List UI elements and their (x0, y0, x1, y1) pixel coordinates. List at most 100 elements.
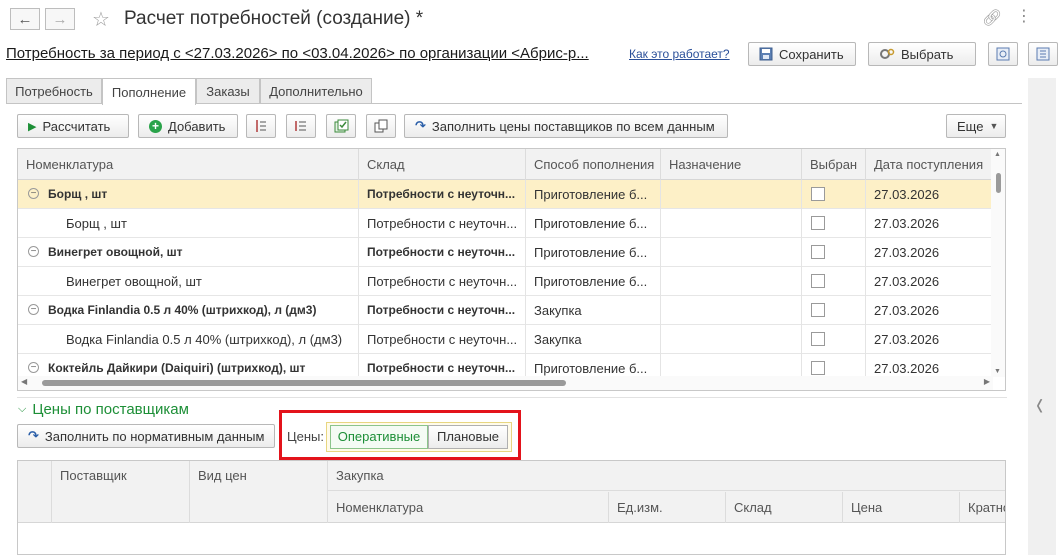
fill-supplier-prices-button[interactable]: ↷ Заполнить цены поставщиков по всем дан… (404, 114, 728, 138)
mode-operative-button[interactable]: Оперативные (330, 425, 428, 449)
selected-cell (802, 238, 866, 267)
selected-checkbox[interactable] (811, 361, 825, 375)
name-cell: Водка Finlandia 0.5 л 40% (штрихкод), л … (18, 296, 359, 325)
fill-normative-label: Заполнить по нормативным данным (44, 428, 265, 444)
fill-arrow-icon: ↷ (415, 118, 426, 133)
tab-need[interactable]: Потребность (6, 78, 102, 104)
choose-button[interactable]: Выбрать (868, 42, 976, 66)
more-vertical-icon[interactable]: ⋮ (1016, 6, 1032, 26)
report-icon (996, 47, 1010, 61)
column-header[interactable]: Склад (726, 492, 843, 523)
link-icon[interactable]: 🔗︎ (982, 8, 1002, 28)
tab-replenishment[interactable]: Пополнение (102, 78, 196, 105)
save-button[interactable]: Сохранить (748, 42, 856, 66)
table-row[interactable]: − Винегрет овощной, шт Потребности с неуто… (18, 238, 993, 267)
column-header[interactable]: Цена (843, 492, 960, 523)
method-cell: Приготовление б... (526, 267, 661, 296)
supplier-prices-header[interactable]: ⌵ Цены по поставщикам (18, 401, 189, 418)
tab-label: Дополнительно (269, 84, 363, 99)
copy-icon (374, 119, 388, 133)
selected-cell (802, 267, 866, 296)
horizontal-scrollbar[interactable]: ◀ ▶ (18, 376, 993, 390)
sort-button[interactable] (246, 114, 276, 138)
fill-arrow-icon: ↷ (28, 428, 39, 443)
purpose-cell (661, 296, 802, 325)
save-icon (759, 47, 773, 61)
side-panel (1028, 78, 1056, 555)
purpose-cell (661, 238, 802, 267)
column-header[interactable]: Выбран (802, 149, 866, 180)
column-header[interactable]: Номенклатура (18, 149, 359, 180)
table-row[interactable]: − Водка Finlandia 0.5 л 40% (штрихкод), л… (18, 296, 993, 325)
period-link[interactable]: Потребность за период с <27.03.2026> по … (6, 45, 618, 62)
column-header[interactable]: Вид цен (190, 461, 328, 491)
purpose-cell (661, 267, 802, 296)
column-header[interactable]: Кратно (960, 492, 1005, 523)
play-icon: ▶ (28, 120, 37, 133)
table-row[interactable]: − Борщ , шт Потребности с неуточн... Пригот… (18, 180, 993, 209)
selected-checkbox[interactable] (811, 303, 825, 317)
window-title: Расчет потребностей (создание) * (124, 8, 424, 29)
table-row[interactable]: Борщ , шт Потребности с неуточн... Пригото… (18, 209, 993, 238)
vertical-scrollbar[interactable]: ▲ ▼ (991, 149, 1005, 377)
calculate-button[interactable]: ▶ Рассчитать (17, 114, 129, 138)
selected-cell (802, 209, 866, 238)
tab-additional[interactable]: Дополнительно (260, 78, 372, 104)
list-button[interactable] (286, 114, 316, 138)
column-header[interactable]: Поставщик (52, 461, 190, 491)
structure-button[interactable] (1028, 42, 1058, 66)
column-header[interactable]: Дата поступления (866, 149, 993, 180)
report-button[interactable] (988, 42, 1018, 66)
selected-checkbox[interactable] (811, 274, 825, 288)
more-label: Еще (957, 118, 984, 134)
more-button[interactable]: Еще ▼ (946, 114, 1006, 138)
column-header[interactable]: Склад (359, 149, 526, 180)
back-button[interactable]: ← (10, 8, 40, 30)
star-icon[interactable]: ☆ (92, 7, 110, 32)
selected-cell (802, 325, 866, 354)
add-button[interactable]: + Добавить (138, 114, 238, 138)
tab-label: Заказы (206, 84, 250, 99)
selected-checkbox[interactable] (811, 245, 825, 259)
column-header[interactable]: Назначение (661, 149, 802, 180)
name-cell: Водка Finlandia 0.5 л 40% (штрихкод), л … (18, 325, 359, 354)
how-it-works-link[interactable]: Как это работает? (629, 47, 730, 61)
column-header[interactable]: Закупка (328, 461, 1005, 491)
warehouse-cell: Потребности с неуточн... (359, 325, 526, 354)
method-cell: Приготовление б... (526, 180, 661, 209)
section-title: Цены по поставщикам (32, 401, 189, 418)
choose-label: Выбрать (901, 46, 954, 62)
forward-button[interactable]: → (45, 8, 75, 30)
mode-planned-button[interactable]: Плановые (428, 425, 508, 449)
name-cell: Борщ , шт (18, 180, 359, 209)
settings-icon (880, 48, 895, 59)
purpose-cell (661, 325, 802, 354)
selected-checkbox[interactable] (811, 216, 825, 230)
table-row[interactable]: Водка Finlandia 0.5 л 40% (штрихкод), л … (18, 325, 993, 354)
table-header: Номенклатура Склад Способ пополнения Наз… (18, 149, 993, 180)
selected-cell (802, 296, 866, 325)
tab-orders[interactable]: Заказы (196, 78, 260, 104)
name-cell: Борщ , шт (18, 209, 359, 238)
tab-label: Потребность (15, 84, 93, 99)
column-header[interactable]: Номенклатура (328, 492, 609, 523)
fill-normative-button[interactable]: ↷ Заполнить по нормативным данным (17, 424, 275, 448)
check-all-button[interactable] (326, 114, 356, 138)
replenishment-table[interactable]: Номенклатура Склад Способ пополнения Наз… (17, 148, 1006, 391)
column-header[interactable]: Способ пополнения (526, 149, 661, 180)
table-row[interactable]: Винегрет овощной, шт Потребности с неуточ… (18, 267, 993, 296)
add-label: Добавить (168, 118, 226, 134)
method-cell: Закупка (526, 296, 661, 325)
supplier-prices-table[interactable]: Поставщик Вид цен Закупка Номенклатура Е… (17, 460, 1006, 555)
warehouse-cell: Потребности с неуточн... (359, 296, 526, 325)
sort-icon (256, 120, 266, 132)
copy-button[interactable] (366, 114, 396, 138)
column-header[interactable]: Ед.изм. (609, 492, 726, 523)
collapse-panel-icon[interactable]: ‹ (1036, 385, 1043, 424)
selected-checkbox[interactable] (811, 332, 825, 346)
selected-checkbox[interactable] (811, 187, 825, 201)
date-cell: 27.03.2026 (866, 238, 993, 267)
date-cell: 27.03.2026 (866, 325, 993, 354)
method-cell: Закупка (526, 325, 661, 354)
name-cell: Винегрет овощной, шт (18, 238, 359, 267)
